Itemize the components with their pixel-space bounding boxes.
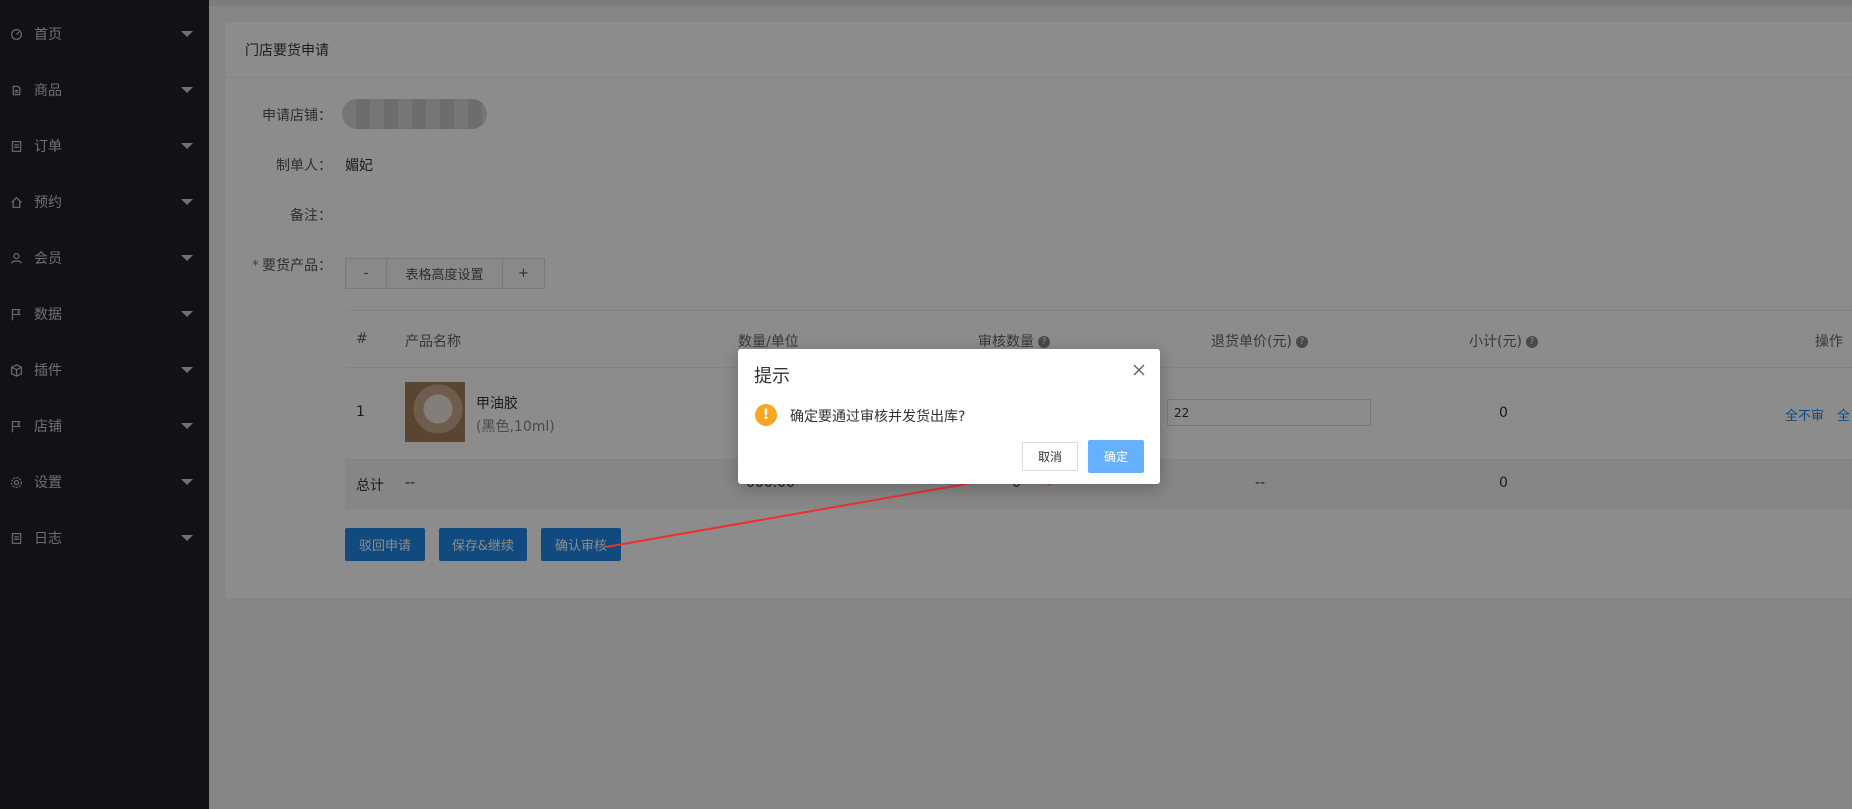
close-icon[interactable] [1132,363,1146,377]
dialog-message: 确定要通过审核并发货出库? [790,409,966,425]
dialog-title: 提示 [754,366,790,387]
cancel-button[interactable]: 取消 [1022,442,1078,471]
ok-button[interactable]: 确定 [1088,440,1144,473]
confirm-dialog: 提示 ! 确定要通过审核并发货出库? 取消 确定 [738,349,1160,484]
warning-icon: ! [755,404,777,426]
